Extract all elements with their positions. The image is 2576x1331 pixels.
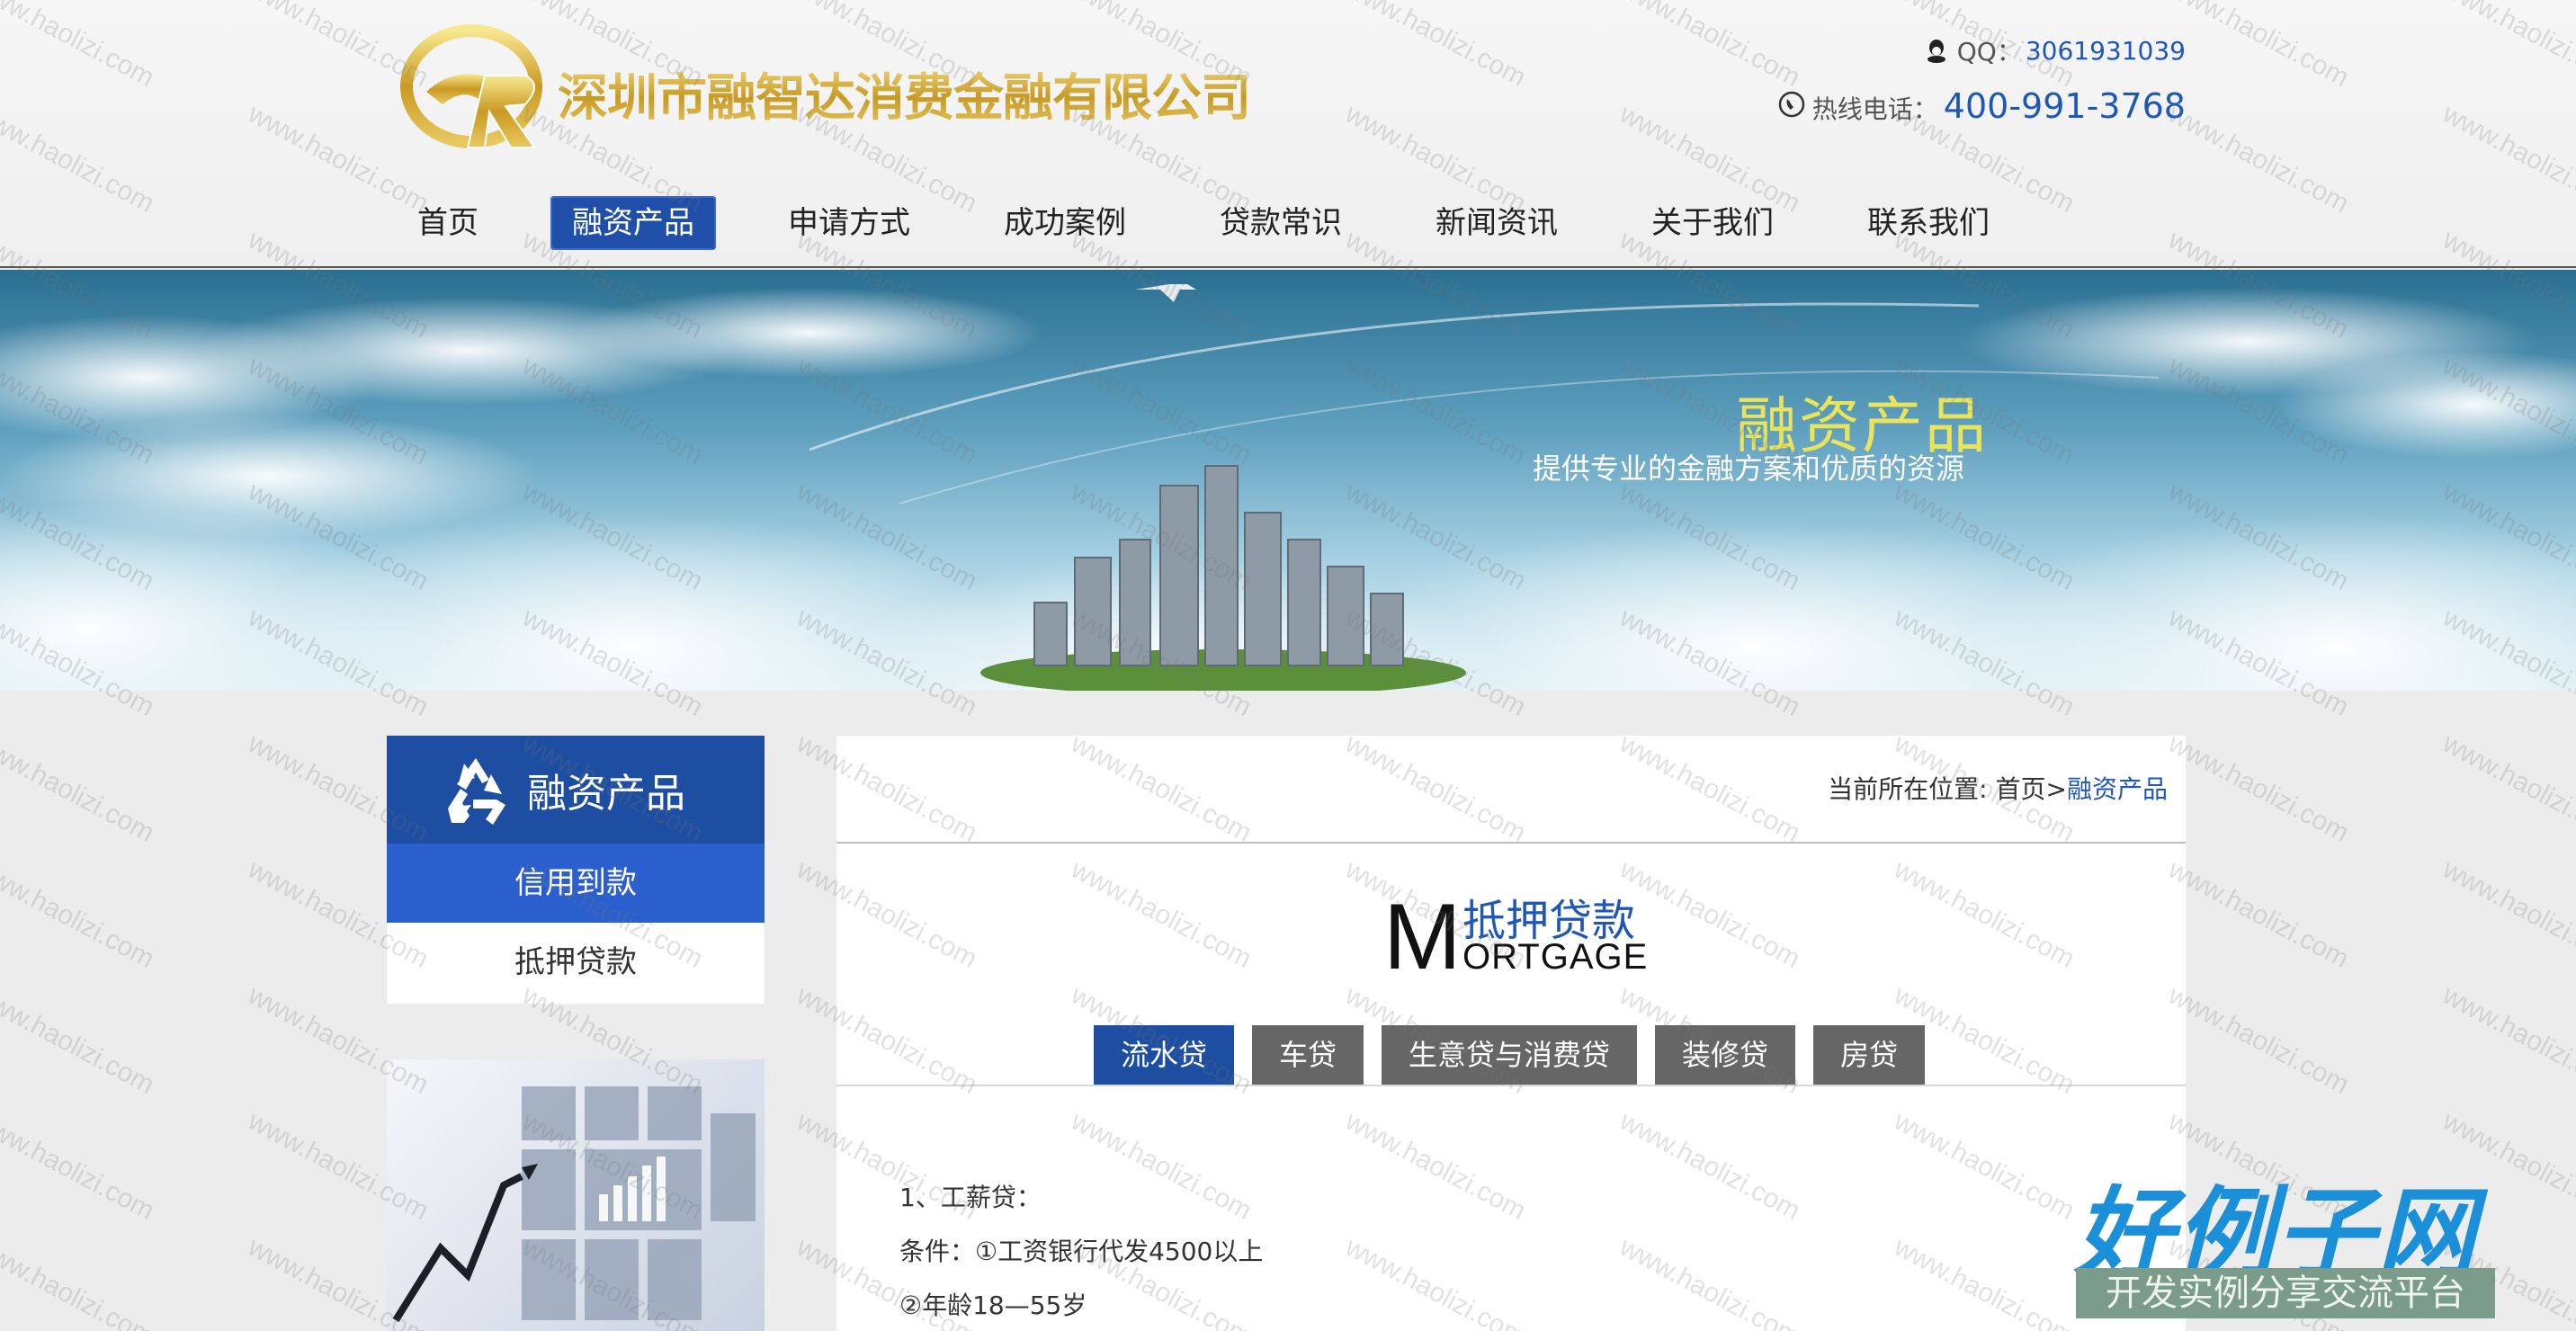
main-nav: 首页 融资产品 申请方式 成功案例 贷款常识 新闻资讯 关于我们 联系我们 <box>396 194 2062 252</box>
tab-car-loan[interactable]: 车贷 <box>1252 1025 1364 1085</box>
breadcrumb-home-link[interactable]: 首页 <box>1996 774 2046 804</box>
watermark-text: www.haolizi.com <box>0 853 159 975</box>
content-line: 条件：①工资银行代发4500以上 <box>899 1237 1264 1266</box>
sidebar-item-mortgage[interactable]: 抵押贷款 <box>387 923 765 1002</box>
nav-item-home[interactable]: 首页 <box>396 196 500 250</box>
watermark-text: www.haolizi.com <box>0 728 159 849</box>
main-content-panel: 当前所在位置: 首页>融资产品 M 抵押贷款 ORTGAGE 流水贷 车贷 生意… <box>836 736 2186 1331</box>
badge-subtitle: 开发实例分享交流平台 <box>2076 1268 2495 1318</box>
hotline-label: 热线电话： <box>1811 94 1938 124</box>
site-header: 深圳市融智达消费金融有限公司 QQ： 3061931039 热线电话： 400-… <box>0 0 2576 268</box>
sidebar-item-credit[interactable]: 信用到款 <box>387 844 765 923</box>
content-line: ②年龄18—55岁 <box>899 1291 1087 1320</box>
watermark-text: www.haolizi.com <box>2163 728 2354 849</box>
tab-renovation-loan[interactable]: 装修贷 <box>1655 1025 1796 1085</box>
banner-subtitle: 提供专业的金融方案和优质的资源 <box>1533 451 1965 486</box>
banner-sky-city-image <box>0 284 2576 691</box>
hotline-number[interactable]: 400-991-3768 <box>1944 86 2186 126</box>
tab-business-consumer-loan[interactable]: 生意贷与消费贷 <box>1382 1025 1638 1085</box>
company-logo[interactable]: 深圳市融智达消费金融有限公司 <box>399 22 1251 156</box>
nav-item-about[interactable]: 关于我们 <box>1630 196 1795 250</box>
watermark-text: www.haolizi.com <box>2163 853 2354 975</box>
breadcrumb-prefix: 当前所在位置: <box>1828 774 1996 804</box>
phone-icon <box>1778 91 1805 118</box>
watermark-text: www.haolizi.com <box>0 979 159 1101</box>
watermark-text: www.haolizi.com <box>2437 853 2576 975</box>
hotline-contact: 热线电话： 400-991-3768 <box>1778 86 2186 126</box>
sidebar-menu: 融资产品 信用到款 抵押贷款 <box>387 736 765 1004</box>
section-heading-en: ORTGAGE <box>1462 937 1649 977</box>
watermark-text: www.haolizi.com <box>2437 728 2576 849</box>
tabs-divider <box>836 1085 2186 1086</box>
page-banner: 融资产品 提供专业的金融方案和优质的资源 <box>0 270 2576 691</box>
watermark-text: www.haolizi.com <box>2437 979 2576 1101</box>
qq-contact: QQ： 3061931039 <box>1923 32 2186 68</box>
tab-flow-loan[interactable]: 流水贷 <box>1094 1025 1235 1085</box>
nav-item-knowledge[interactable]: 贷款常识 <box>1198 196 1364 250</box>
sidebar-header: 融资产品 <box>387 736 765 844</box>
business-chart-illustration <box>392 1086 756 1323</box>
sidebar-promo-image <box>387 1059 765 1331</box>
loan-type-tabs: 流水贷 车贷 生意贷与消费贷 装修贷 房贷 <box>1094 1025 1943 1085</box>
nav-item-news[interactable]: 新闻资讯 <box>1414 196 1579 250</box>
nav-item-contact[interactable]: 联系我们 <box>1846 196 2011 250</box>
sidebar-title: 融资产品 <box>527 771 685 817</box>
qq-label: QQ： <box>1956 37 2022 67</box>
recycle-icon <box>448 758 505 825</box>
watermark-text: www.haolizi.com <box>0 1231 159 1331</box>
watermark-text: www.haolizi.com <box>0 1105 159 1227</box>
logo-emblem-icon <box>400 24 542 148</box>
nav-item-apply[interactable]: 申请方式 <box>766 196 932 250</box>
qq-number[interactable]: 3061931039 <box>2026 36 2186 66</box>
tab-house-loan[interactable]: 房贷 <box>1813 1025 1926 1085</box>
watermark-text: www.haolizi.com <box>2163 979 2354 1101</box>
company-name: 深圳市融智达消费金融有限公司 <box>558 58 1251 130</box>
header-divider <box>836 842 2186 844</box>
section-heading-m-letter: M <box>1383 885 1462 989</box>
watermark-badge: 好例子网 开发实例分享交流平台 <box>2065 1153 2497 1331</box>
nav-item-products[interactable]: 融资产品 <box>550 196 716 250</box>
breadcrumb-current[interactable]: 融资产品 <box>2067 774 2168 804</box>
qq-penguin-icon <box>1927 40 1945 63</box>
nav-item-cases[interactable]: 成功案例 <box>982 196 1148 250</box>
section-heading-mortgage: M 抵押贷款 ORTGAGE <box>1383 885 1653 984</box>
breadcrumb-separator: > <box>2045 774 2067 804</box>
breadcrumb: 当前所在位置: 首页>融资产品 <box>1828 770 2168 806</box>
loan-detail-text: 1、工薪贷： 条件：①工资银行代发4500以上 ②年龄18—55岁 <box>899 1171 1263 1331</box>
content-line: 1、工薪贷： <box>899 1183 1042 1212</box>
